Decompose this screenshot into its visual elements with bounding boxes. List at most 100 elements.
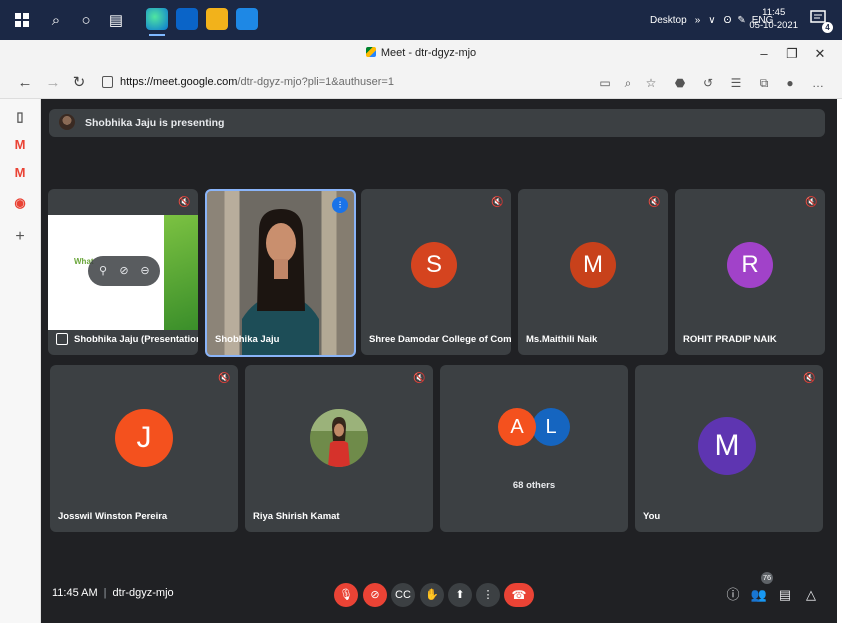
refresh-extension-icon[interactable]: ↺ — [700, 75, 716, 91]
store-app-icon[interactable] — [236, 8, 258, 30]
notification-icon[interactable]: 4 — [810, 10, 833, 33]
page-edge — [837, 99, 842, 623]
tile-name: Riya Shirish Kamat — [253, 511, 340, 522]
muted-icon: 🔇 — [413, 373, 426, 384]
gmail-icon-2[interactable]: M — [10, 163, 30, 183]
meeting-code: dtr-dgyz-mjo — [112, 587, 174, 599]
search-icon[interactable]: ⌕ — [44, 8, 68, 32]
presenter-avatar — [59, 114, 75, 130]
participant-avatar: S — [411, 242, 457, 288]
desktop-toolbar-label[interactable]: Desktop — [650, 15, 687, 26]
browser-title-bar: Meet - dtr-dgyz-mjo – ❐ ✕ — [0, 40, 842, 68]
people-icon[interactable]: 👥 — [749, 585, 769, 605]
window-title: Meet - dtr-dgyz-mjo — [380, 47, 477, 59]
back-button[interactable]: ← — [14, 73, 36, 93]
muted-icon: 🔇 — [178, 197, 191, 208]
file-explorer-icon[interactable] — [206, 8, 228, 30]
presentation-tile[interactable]: What ⚲ ⊘ ⊖ 🔇 Shobhika Jaju (Presentation… — [48, 189, 198, 355]
meet-main: Shobhika Jaju is presenting What ⚲ ⊘ ⊖ 🔇… — [41, 99, 837, 623]
present-screen-icon — [56, 333, 68, 345]
captions-button[interactable]: CC — [391, 583, 415, 607]
tile-name: Ms.Maithili Naik — [526, 334, 598, 345]
muted-icon: 🔇 — [491, 197, 504, 208]
zoom-icon[interactable]: ⌕ — [620, 75, 636, 91]
tile-name: Shree Damodar College of Commer... — [369, 334, 511, 345]
tile-name: Josswil Winston Pereira — [58, 511, 168, 522]
url-field[interactable]: https://meet.google.com/dtr-dgyz-mjo?pli… — [96, 74, 586, 92]
presenting-banner[interactable]: Shobhika Jaju is presenting — [49, 109, 825, 137]
record-icon[interactable]: ◉ — [10, 193, 30, 213]
participant-count-badge: 76 — [761, 572, 773, 584]
camera-off-button[interactable]: ⊘ — [363, 583, 387, 607]
tile-name: ROHIT PRADIP NAIK — [683, 334, 777, 345]
muted-icon: 🔇 — [805, 197, 818, 208]
notification-badge: 4 — [822, 22, 833, 33]
slide-green-accent — [164, 215, 198, 330]
clock-date: 05-10-2021 — [749, 20, 798, 31]
participant-tile[interactable]: 🔇 J Josswil Winston Pereira — [50, 365, 238, 532]
favorite-add-icon[interactable]: ☆ — [643, 75, 659, 91]
lock-icon — [102, 76, 113, 88]
clock-time: 11:45 — [762, 7, 786, 18]
meeting-controls-bar: 11:45 AM | dtr-dgyz-mjo 🎙 ⊘ CC ✋ ⬆ ⋮ ☎ ⓘ 👥… — [41, 571, 837, 623]
chevron-icon[interactable]: » — [695, 15, 701, 26]
self-tile[interactable]: 🔇 M You — [635, 365, 823, 532]
close-button[interactable]: ✕ — [806, 44, 834, 64]
restore-button[interactable]: ❐ — [778, 44, 806, 64]
add-icon[interactable]: + — [10, 227, 30, 247]
edge-browser-icon[interactable] — [146, 8, 168, 36]
forward-button[interactable]: → — [42, 73, 64, 93]
mute-icon[interactable]: ⊘ — [117, 264, 131, 278]
tile-name: Shobhika Jaju — [215, 334, 280, 345]
meeting-details-icon[interactable]: ⓘ — [723, 585, 743, 605]
minimize-button[interactable]: – — [750, 44, 778, 64]
tab-actions-icon[interactable]: ▯ — [10, 107, 30, 127]
profile-icon[interactable]: ● — [782, 75, 798, 91]
address-bar-row: ← → ↻ https://meet.google.com/dtr-dgyz-m… — [0, 68, 842, 99]
participant-tile[interactable]: 🔇 Riya Shirish Kamat — [245, 365, 433, 532]
others-tile[interactable]: A L 68 others — [440, 365, 628, 532]
system-clock[interactable]: 11:45 05-10-2021 — [749, 6, 798, 32]
raise-hand-button[interactable]: ✋ — [420, 583, 444, 607]
participant-tile-video[interactable]: ⫶ Shobhika Jaju — [205, 189, 356, 357]
tray-expand-icon[interactable]: ∨ — [708, 15, 715, 26]
participant-photo — [310, 409, 368, 467]
meeting-info: 11:45 AM | dtr-dgyz-mjo — [52, 587, 174, 599]
favorites-icon[interactable]: ☰ — [728, 75, 744, 91]
participant-avatar: M — [570, 242, 616, 288]
meeting-time: 11:45 AM — [52, 587, 98, 599]
participant-tile[interactable]: 🔇 M Ms.Maithili Naik — [518, 189, 668, 355]
activities-icon[interactable]: △ — [801, 585, 821, 605]
microphone-off-button[interactable]: 🎙 — [334, 583, 358, 607]
windows-start-icon[interactable] — [10, 8, 34, 32]
url-path: /dtr-dgyz-mjo?pli=1&authuser=1 — [237, 76, 394, 88]
task-view-icon[interactable]: ▤ — [104, 8, 128, 32]
browser-sidebar: ▯ M M ◉ + — [0, 99, 41, 623]
self-avatar: M — [698, 417, 756, 475]
participant-tile[interactable]: 🔇 S Shree Damodar College of Commer... — [361, 189, 511, 355]
pin-icon[interactable]: ⚲ — [96, 264, 110, 278]
more-options-button[interactable]: ⋮ — [476, 583, 500, 607]
chat-icon[interactable]: ▤ — [775, 585, 795, 605]
leave-call-button[interactable]: ☎ — [504, 583, 534, 607]
participant-tile[interactable]: 🔇 R ROHIT PRADIP NAIK — [675, 189, 825, 355]
cortana-icon[interactable]: ○ — [74, 8, 98, 32]
more-options-icon[interactable]: … — [810, 75, 826, 91]
gmail-icon[interactable]: M — [10, 135, 30, 155]
present-now-button[interactable]: ⬆ — [448, 583, 472, 607]
extension-icon[interactable]: ⬣ — [672, 75, 688, 91]
pen-icon[interactable]: ✎ — [737, 15, 745, 26]
tile-name: You — [643, 511, 661, 522]
network-icon[interactable]: ʘ — [724, 15, 732, 26]
speaking-indicator-icon: ⫶ — [332, 197, 348, 213]
participant-video — [242, 209, 319, 355]
participant-avatar: J — [115, 409, 173, 467]
remove-icon[interactable]: ⊖ — [138, 264, 152, 278]
windows-taskbar: ⌕ ○ ▤ Desktop » ∨ ʘ ✎ ENG 11:45 05-10-20… — [0, 0, 842, 40]
tile-name: Shobhika Jaju (Presentation) — [74, 334, 198, 345]
mail-app-icon[interactable] — [176, 8, 198, 30]
muted-icon: 🔇 — [803, 373, 816, 384]
camera-permission-icon[interactable]: ▭ — [597, 75, 613, 91]
collections-icon[interactable]: ⧉ — [756, 75, 772, 91]
refresh-button[interactable]: ↻ — [68, 73, 90, 93]
